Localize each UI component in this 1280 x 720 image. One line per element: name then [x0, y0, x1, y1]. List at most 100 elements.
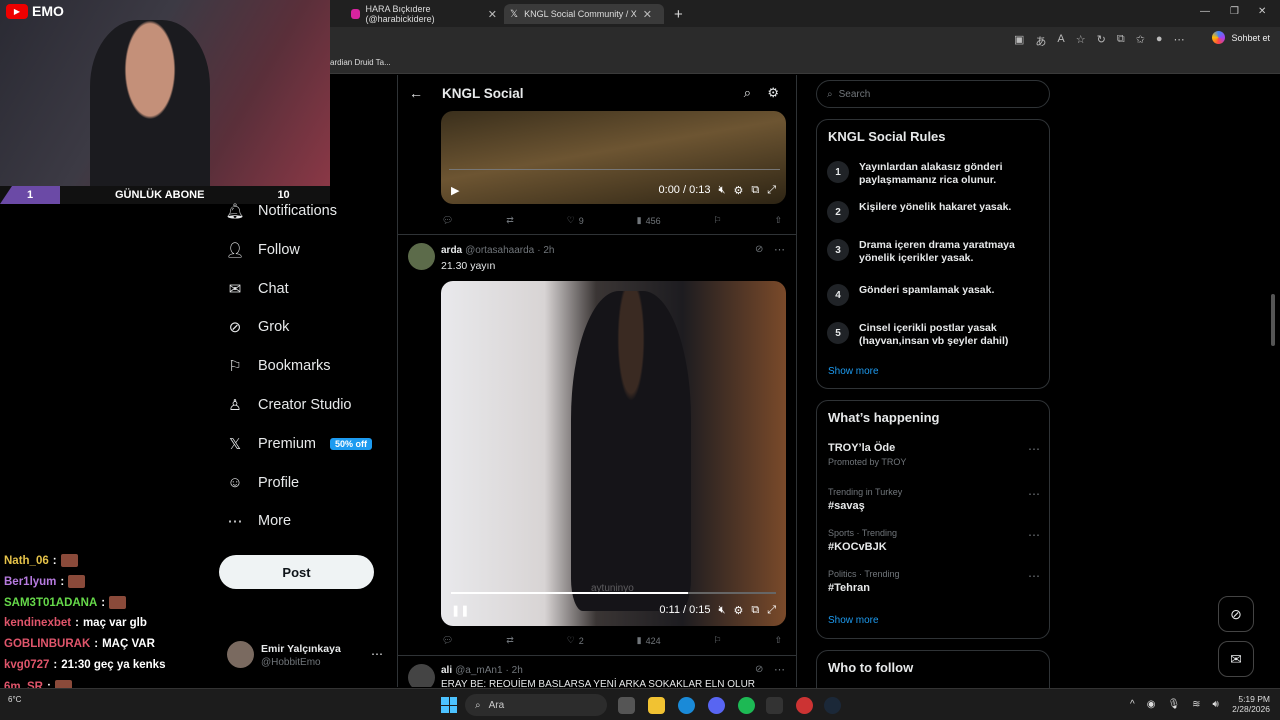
- scrollbar[interactable]: [1271, 294, 1275, 346]
- nav-item-grok[interactable]: ⊘ Grok: [226, 318, 290, 336]
- avatar[interactable]: [227, 641, 254, 668]
- post-handle[interactable]: @a_mAn1: [455, 665, 502, 676]
- share-button[interactable]: ⇧: [774, 215, 782, 226]
- post-more-icon[interactable]: ⋯: [774, 663, 785, 676]
- mute-icon[interactable]: 🔇︎: [719, 604, 726, 617]
- trend-more-icon[interactable]: ⋯: [1028, 569, 1040, 583]
- close-tab-icon[interactable]: ✕: [643, 8, 652, 21]
- nav-item-premium[interactable]: 𝕏 Premium 50% off: [226, 435, 373, 453]
- gear-icon[interactable]: ⚙: [767, 85, 779, 101]
- trend-item[interactable]: TROY’la Öde Promoted by TROY ⋯: [828, 442, 1040, 467]
- translate-icon[interactable]: あ: [1035, 33, 1046, 49]
- taskbar-search[interactable]: ⌕ Ara: [465, 694, 607, 716]
- tray-chevron-icon[interactable]: ^: [1130, 699, 1135, 710]
- nav-item-follow[interactable]: 👤︎ Follow: [225, 241, 299, 259]
- new-tab-button[interactable]: +: [668, 4, 689, 24]
- post-handle[interactable]: @ortasahaarda: [465, 245, 534, 256]
- trend-item[interactable]: Politics · Trending #Tehran ⋯: [828, 569, 1040, 594]
- edge-icon[interactable]: [678, 697, 695, 714]
- search-input[interactable]: ⌕ Search: [816, 80, 1050, 108]
- wifi-icon[interactable]: ≋: [1192, 699, 1200, 710]
- app-icon[interactable]: ▣: [1014, 33, 1024, 49]
- close-tab-icon[interactable]: ✕: [488, 8, 497, 21]
- favorites-icon[interactable]: ✩: [1136, 33, 1145, 49]
- clock[interactable]: 5:19 PM 2/28/2026: [1228, 694, 1270, 714]
- messages-float-button[interactable]: ✉: [1218, 641, 1254, 677]
- pause-icon[interactable]: ❚❚: [451, 604, 469, 617]
- like-button[interactable]: ♡ 9: [567, 215, 584, 226]
- spotify-icon[interactable]: [738, 697, 755, 714]
- pip-icon[interactable]: ⧉: [751, 604, 759, 617]
- post-author[interactable]: ali: [441, 665, 452, 676]
- back-arrow-icon[interactable]: ←: [409, 85, 423, 101]
- video-player[interactable]: aytuninyo ❚❚ 0:11 / 0:15 🔇︎ ⚙ ⧉ ⤢: [441, 281, 786, 626]
- nav-item-profile[interactable]: ☺ Profile: [226, 474, 299, 492]
- grok-post-icon[interactable]: ⊘: [755, 664, 763, 675]
- nav-item-bookmarks[interactable]: ⚐ Bookmarks: [226, 357, 330, 375]
- trend-item[interactable]: Sports · Trending #KOCvBJK ⋯: [828, 528, 1040, 553]
- minimize-icon[interactable]: —: [1200, 6, 1210, 17]
- bookmark-button[interactable]: ⚐: [714, 635, 722, 646]
- tab-instagram[interactable]: HARA Bıçkıdere (@harabickidere) ✕: [345, 4, 503, 24]
- post-author[interactable]: arda: [441, 245, 462, 256]
- repost-button[interactable]: ⇄: [506, 215, 514, 226]
- play-icon[interactable]: ▶: [451, 184, 459, 197]
- pip-icon[interactable]: ⧉: [751, 184, 759, 197]
- chat-button[interactable]: Sohbet et: [1231, 33, 1270, 43]
- read-aloud-icon[interactable]: A: [1057, 33, 1064, 49]
- trend-more-icon[interactable]: ⋯: [1028, 487, 1040, 501]
- mute-icon[interactable]: 🔇︎: [719, 184, 726, 197]
- share-button[interactable]: ⇧: [774, 635, 782, 646]
- nav-item-chat[interactable]: ✉ Chat: [226, 280, 289, 298]
- grok-float-button[interactable]: ⊘: [1218, 596, 1254, 632]
- file-explorer-icon[interactable]: [648, 697, 665, 714]
- avatar[interactable]: [408, 664, 435, 687]
- post-button[interactable]: Post: [219, 555, 374, 589]
- volume-icon[interactable]: 🔊︎: [1213, 699, 1219, 710]
- like-button[interactable]: ♡ 2: [567, 635, 584, 646]
- nav-item-creator-studio[interactable]: ♙ Creator Studio: [226, 396, 351, 414]
- favorite-star-icon[interactable]: ☆: [1076, 33, 1086, 49]
- video-progress-track[interactable]: [449, 169, 780, 170]
- account-name[interactable]: Emir Yalçınkaya: [261, 643, 341, 655]
- taskview-icon[interactable]: [618, 697, 635, 714]
- settings-more-icon[interactable]: ⋯: [1174, 33, 1185, 49]
- maximize-icon[interactable]: ❐: [1230, 6, 1239, 17]
- show-more-link[interactable]: Show more: [828, 615, 879, 626]
- close-window-icon[interactable]: ✕: [1258, 6, 1266, 17]
- account-menu-icon[interactable]: ⋯: [371, 647, 383, 661]
- trend-item[interactable]: Trending in Turkey #savaş ⋯: [828, 487, 1040, 512]
- bookmark-button[interactable]: ⚐: [714, 215, 722, 226]
- settings-icon[interactable]: ⚙: [733, 184, 743, 197]
- mic-icon[interactable]: 🎙︎: [1167, 699, 1180, 710]
- steam-icon[interactable]: [824, 697, 841, 714]
- tab-x-community[interactable]: 𝕏 KNGL Social Community / X ✕: [504, 4, 664, 24]
- post-more-icon[interactable]: ⋯: [774, 243, 785, 256]
- views-button[interactable]: ▮ 456: [637, 215, 661, 226]
- bookmark-item[interactable]: ardian Druid Ta...: [330, 58, 391, 67]
- start-button[interactable]: [441, 697, 457, 713]
- video-player[interactable]: ▶ 0:00 / 0:13 🔇︎ ⚙ ⧉ ⤢: [441, 111, 786, 204]
- refresh-icon[interactable]: ↻: [1097, 33, 1106, 49]
- fullscreen-icon[interactable]: ⤢: [767, 604, 776, 617]
- network-icon[interactable]: ◉: [1147, 699, 1156, 710]
- settings-icon[interactable]: ⚙: [733, 604, 743, 617]
- fullscreen-icon[interactable]: ⤢: [767, 184, 776, 197]
- trend-more-icon[interactable]: ⋯: [1028, 442, 1040, 456]
- nav-item-more[interactable]: ⋯ More: [226, 512, 292, 530]
- repost-button[interactable]: ⇄: [506, 635, 514, 646]
- grok-post-icon[interactable]: ⊘: [755, 244, 763, 255]
- profile-avatar-icon[interactable]: ●: [1156, 33, 1163, 49]
- avatar[interactable]: [408, 243, 435, 270]
- views-button[interactable]: ▮ 424: [637, 635, 661, 646]
- reply-button[interactable]: 💬︎: [442, 635, 453, 646]
- extensions-icon[interactable]: ⧉: [1117, 33, 1125, 49]
- app-icon[interactable]: [796, 697, 813, 714]
- nav-item-notifications[interactable]: 🔔︎ Notifications: [225, 202, 337, 220]
- reply-button[interactable]: 💬︎: [442, 215, 453, 226]
- video-progress-track[interactable]: [451, 592, 776, 594]
- discord-icon[interactable]: [708, 697, 725, 714]
- terminal-icon[interactable]: [766, 697, 783, 714]
- search-icon[interactable]: ⌕: [744, 85, 751, 101]
- trend-more-icon[interactable]: ⋯: [1028, 528, 1040, 542]
